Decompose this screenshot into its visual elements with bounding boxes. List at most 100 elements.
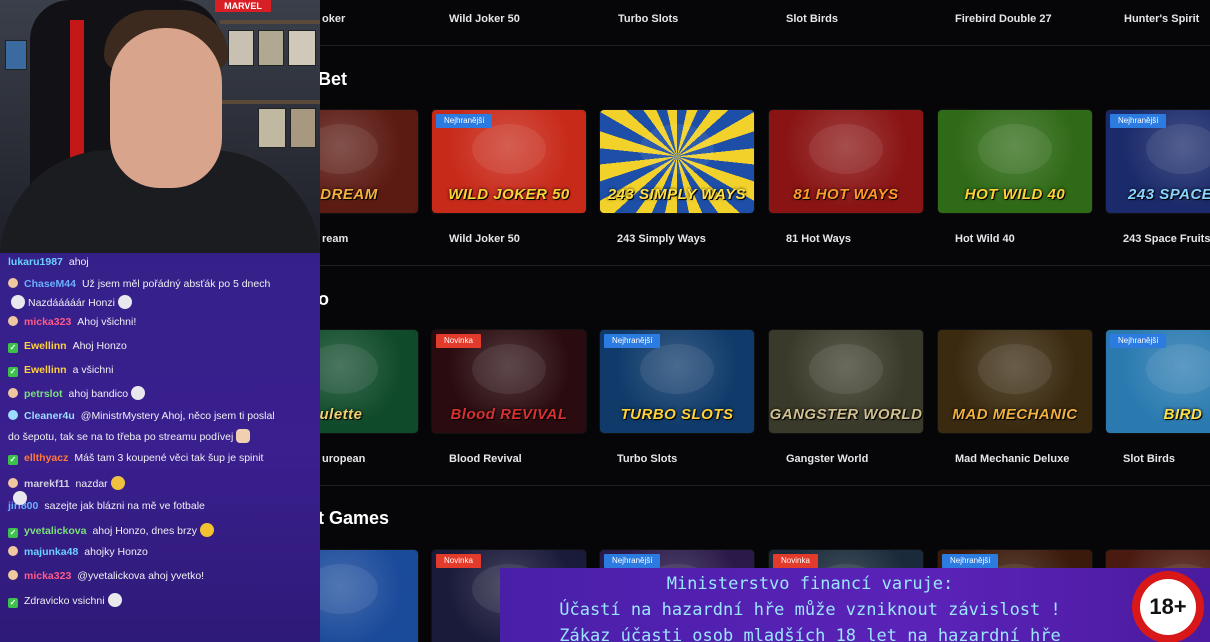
chat-message: ✓ Ewellinn Ahoj Honzo xyxy=(8,339,314,353)
chat-message: Nazdááááár Honzi xyxy=(8,295,314,310)
game-name[interactable]: Slot Birds xyxy=(786,13,838,25)
game-tile[interactable]: BIRD Nejhranější xyxy=(1106,330,1210,433)
collectible-box xyxy=(258,30,284,66)
game-tile[interactable]: WILD JOKER 50 Nejhranější xyxy=(432,110,586,213)
chat-username[interactable]: yvetalickova xyxy=(24,525,86,537)
tile-logo-text: GANGSTER WORLD xyxy=(769,406,923,423)
marvel-logo: MARVEL xyxy=(215,0,271,12)
game-name[interactable]: ream xyxy=(322,233,348,245)
tile-logo-text: WILD JOKER 50 xyxy=(448,186,570,203)
age-label: 18+ xyxy=(1140,579,1196,635)
game-name[interactable]: Mad Mechanic Deluxe xyxy=(955,453,1069,465)
streamer-face xyxy=(110,28,222,188)
section-title: Bet xyxy=(318,69,348,89)
game-tile[interactable]: Blood REVIVAL Novinka xyxy=(432,330,586,433)
chat-username[interactable]: micka323 xyxy=(24,316,71,328)
game-tile[interactable]: 243 SPACE FR Nejhranější xyxy=(1106,110,1210,213)
game-name[interactable]: 243 Space Fruits xyxy=(1123,233,1210,245)
emote-icon xyxy=(236,429,251,443)
game-tile[interactable]: GANGSTER WORLD xyxy=(769,330,923,433)
avatar-icon xyxy=(8,388,18,398)
game-name[interactable]: Firebird Double 27 xyxy=(955,13,1052,25)
game-name[interactable]: oker xyxy=(322,13,345,25)
shelf xyxy=(220,100,320,104)
chat-text: Ahoj všichni! xyxy=(77,316,137,328)
game-name[interactable]: 81 Hot Ways xyxy=(786,233,851,245)
game-name[interactable]: Slot Birds xyxy=(1123,453,1175,465)
game-tile[interactable]: TURBO SLOTS Nejhranější xyxy=(600,330,754,433)
chat-username[interactable]: micka323 xyxy=(24,570,71,582)
chat-message: do šepotu, tak se na to třeba po streamu… xyxy=(8,429,314,444)
chat-message: majunka48 ahojky Honzo xyxy=(8,545,314,559)
game-tile[interactable]: 81 HOT WAYS xyxy=(769,110,923,213)
chat-message: jiri800 sazejte jak blázni na mě ve fotba… xyxy=(8,499,314,513)
collectible-box xyxy=(258,108,286,148)
game-name[interactable]: uropean xyxy=(322,453,365,465)
section-divider xyxy=(320,265,1210,266)
tile-artwork xyxy=(1146,344,1210,394)
chat-message: ✓ ellthyacz Máš tam 3 koupené věci tak šup… xyxy=(8,451,314,465)
chat-username[interactable]: majunka48 xyxy=(24,546,78,558)
tile-logo-text: TURBO SLOTS xyxy=(620,406,734,423)
chat-text: ahoj xyxy=(68,256,89,268)
user-badge-icon xyxy=(8,410,18,420)
chat-text: Ahoj Honzo xyxy=(72,340,127,352)
chat-message: petrslot ahoj bandico xyxy=(8,386,314,401)
tile-artwork xyxy=(472,124,546,174)
game-name[interactable]: Hunter's Spirit xyxy=(1124,13,1199,25)
tile-badge: Nejhranější xyxy=(604,554,661,568)
chat-text: Zdravicko vsichni xyxy=(24,595,105,607)
chat-username[interactable]: ChaseM44 xyxy=(24,278,76,290)
chat-message: ✓ yvetalickova ahoj Honzo, dnes brzy xyxy=(8,523,314,538)
emote-icon xyxy=(107,593,122,607)
chat-text: ahojky Honzo xyxy=(84,546,148,558)
emote-icon xyxy=(117,295,132,309)
game-tile[interactable]: HOT WILD 40 xyxy=(938,110,1092,213)
game-name[interactable]: Turbo Slots xyxy=(618,13,678,25)
collectible-box xyxy=(288,30,316,66)
chat-username[interactable]: lukaru1987 xyxy=(8,256,63,268)
chat-message: ChaseM44 Už jsem měl pořádný absťák po 5 … xyxy=(8,277,314,291)
game-name[interactable]: Wild Joker 50 xyxy=(449,233,520,245)
tile-badge: Novinka xyxy=(436,554,481,568)
game-name[interactable]: Turbo Slots xyxy=(617,453,677,465)
game-tile[interactable]: MAD MECHANIC xyxy=(938,330,1092,433)
game-name[interactable]: Blood Revival xyxy=(449,453,522,465)
chat-username[interactable]: petrslot xyxy=(24,388,63,400)
game-name[interactable]: Gangster World xyxy=(786,453,868,465)
section-title: t Games xyxy=(318,508,390,528)
chat-username[interactable]: ellthyacz xyxy=(24,452,68,464)
tile-artwork xyxy=(809,124,883,174)
chat-message: micka323 @yvetalickova ahoj yvetko! xyxy=(8,569,314,583)
chat-message: micka323 Ahoj všichni! xyxy=(8,315,314,329)
tile-artwork xyxy=(1146,124,1210,174)
chat-username[interactable]: marekf11 xyxy=(24,478,70,490)
emote-icon xyxy=(11,295,25,309)
chat-message: ✓ Zdravicko vsichni xyxy=(8,593,314,608)
avatar-icon xyxy=(8,546,18,556)
webcam-feed: MARVEL xyxy=(0,0,320,253)
chat-username[interactable]: Ewellinn xyxy=(24,340,67,352)
tile-artwork xyxy=(978,124,1052,174)
chat-text: sazejte jak blázni na mě ve fotbale xyxy=(44,500,205,512)
emote-icon xyxy=(110,476,125,490)
chat-text: Už jsem měl pořádný absťák po 5 dnech xyxy=(81,278,271,290)
game-name[interactable]: Hot Wild 40 xyxy=(955,233,1015,245)
age-restriction-badge: 18+ xyxy=(1132,571,1204,642)
chat-panel: lukaru1987 ahoj ChaseM44 Už jsem měl pořádn… xyxy=(0,253,320,642)
tile-logo-text: MAD MECHANIC xyxy=(952,406,1078,423)
chat-text: a všichni xyxy=(72,364,114,376)
avatar-icon xyxy=(8,316,18,326)
game-name[interactable]: Wild Joker 50 xyxy=(449,13,520,25)
tile-badge: Nejhranější xyxy=(1110,334,1167,348)
chat-message: Cleaner4u @MinistrMystery Ahoj, něco jsem… xyxy=(8,409,314,423)
game-name[interactable]: 243 Simply Ways xyxy=(617,233,706,245)
warning-text: Účastí na hazardní hře může vzniknout zá… xyxy=(559,600,1061,620)
game-tile[interactable]: 243 SIMPLY WAYS xyxy=(600,110,754,213)
tile-badge: Novinka xyxy=(436,334,481,348)
avatar-icon xyxy=(8,570,18,580)
chat-username[interactable]: Cleaner4u xyxy=(24,410,75,422)
stream-screen: oker Wild Joker 50 Turbo Slots Slot Bird… xyxy=(0,0,1210,642)
chat-username[interactable]: Ewellinn xyxy=(24,364,67,376)
emote-icon xyxy=(131,386,146,400)
